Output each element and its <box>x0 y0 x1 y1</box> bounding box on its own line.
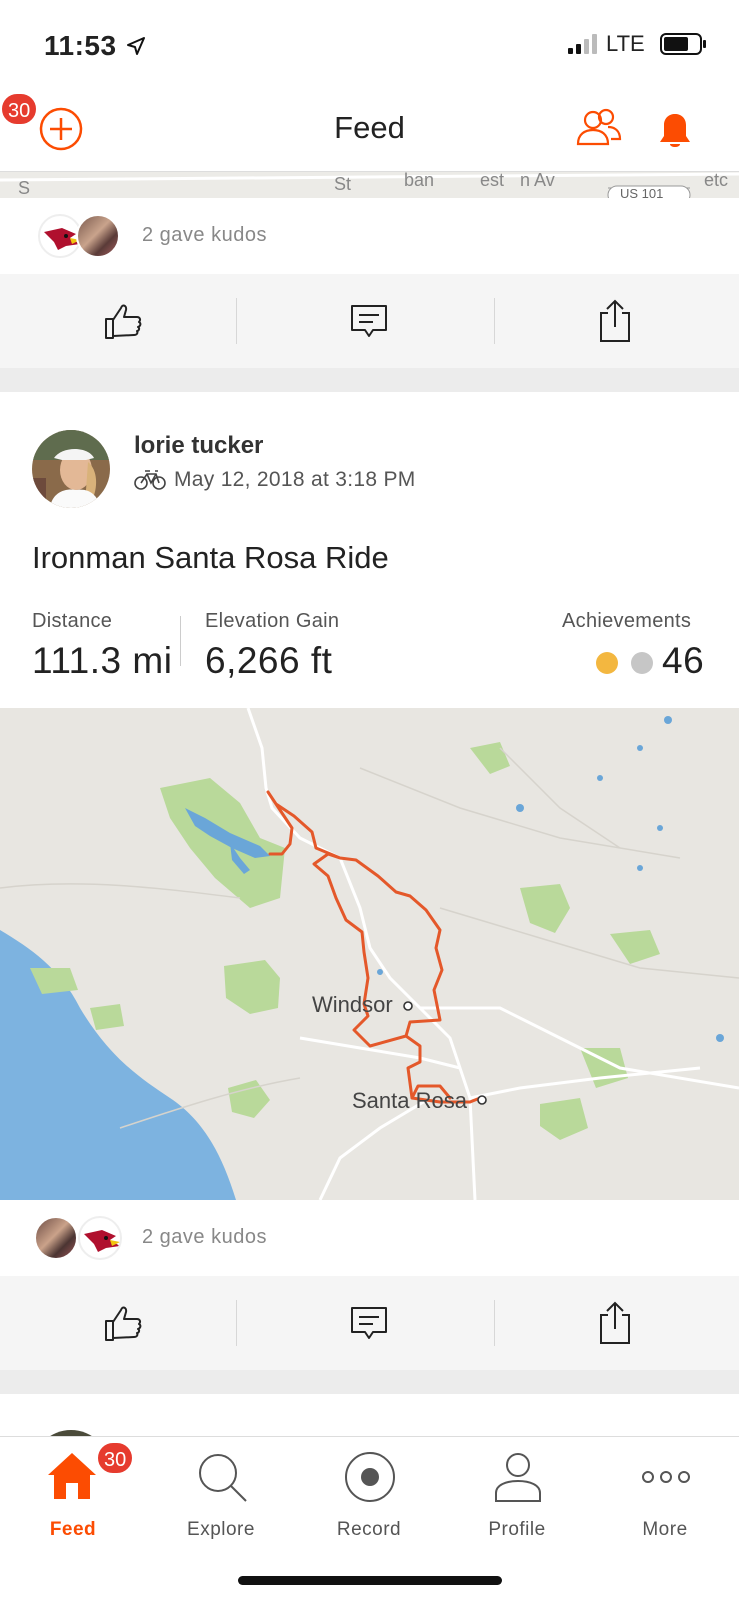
network-type: LTE <box>606 31 645 56</box>
map-label: St <box>334 174 352 194</box>
elevation-label: Elevation Gain <box>205 610 340 632</box>
kudos-text: 2 gave kudos <box>142 224 267 246</box>
bike-icon <box>134 470 166 490</box>
tab-profile[interactable]: Profile <box>444 1437 590 1561</box>
share-icon <box>600 1301 630 1344</box>
elevation-value: 6,266 ft <box>205 640 333 681</box>
bell-icon[interactable] <box>652 106 698 152</box>
kudos-text: 2 gave kudos <box>142 1226 267 1248</box>
tab-more[interactable]: More <box>592 1437 738 1561</box>
stat-divider <box>180 616 181 666</box>
thumbs-up-icon <box>105 1306 142 1341</box>
next-post-preview[interactable] <box>0 1394 739 1436</box>
home-icon <box>48 1453 96 1499</box>
kudos-button[interactable] <box>0 1276 246 1370</box>
home-indicator[interactable] <box>238 1576 502 1585</box>
comment-icon <box>351 1307 387 1339</box>
gold-medal-icon <box>596 652 618 674</box>
map-label: n Av <box>520 172 555 190</box>
comment-button[interactable] <box>246 274 492 368</box>
kudos-button[interactable] <box>0 274 246 368</box>
route-map-canvas <box>0 708 739 1200</box>
tab-label: Record <box>336 1519 402 1540</box>
map-label: US 101 <box>620 186 664 198</box>
athlete-avatar[interactable] <box>32 430 110 508</box>
route-map[interactable]: Windsor Santa Rosa <box>0 708 739 1200</box>
action-bar <box>0 274 739 368</box>
map-city-label: Windsor <box>312 992 393 1017</box>
record-icon <box>345 1452 395 1502</box>
page-title: Feed <box>334 110 405 145</box>
location-arrow-icon <box>127 37 145 55</box>
map-label: est <box>480 172 505 190</box>
tab-label: More <box>642 1519 688 1540</box>
battery-icon <box>660 33 706 55</box>
status-bar: 11:53 LTE <box>0 0 739 92</box>
map-label: S <box>18 178 31 198</box>
kudos-row[interactable]: 2 gave kudos <box>0 1200 739 1276</box>
distance-label: Distance <box>32 610 113 632</box>
notification-badge: 30 <box>0 92 39 126</box>
tab-explore[interactable]: Explore <box>148 1437 294 1561</box>
cardinal-logo-avatar[interactable] <box>78 1216 122 1260</box>
activity-date: May 12, 2018 at 3:18 PM <box>174 468 416 491</box>
share-button[interactable] <box>492 1276 738 1370</box>
athlete-name[interactable]: lorie tucker <box>134 432 263 460</box>
tab-record[interactable]: Record <box>296 1437 442 1561</box>
tab-label: Feed <box>49 1519 97 1540</box>
more-icon <box>642 1471 690 1483</box>
group-photo-avatar[interactable] <box>34 1216 78 1260</box>
group-photo-avatar[interactable] <box>76 214 120 258</box>
people-icon[interactable] <box>575 108 623 148</box>
tab-label: Explore <box>187 1519 255 1540</box>
achievements-value: 46 <box>662 640 705 681</box>
action-bar <box>0 1276 739 1370</box>
feed-divider <box>0 1370 739 1394</box>
status-time: 11:53 <box>44 30 117 61</box>
silver-medal-icon <box>631 652 653 674</box>
activity-title[interactable]: Ironman Santa Rosa Ride <box>32 540 389 576</box>
map-label: ban <box>404 172 435 190</box>
thumbs-up-icon <box>105 304 142 339</box>
previous-post-map[interactable]: S St ban est n Av US 101 etc <box>0 172 739 198</box>
feed-badge: 30 <box>96 1441 135 1475</box>
activity-card[interactable]: lorie tucker May 12, 2018 at 3:18 PM Iro… <box>0 398 739 708</box>
search-icon <box>199 1454 247 1502</box>
map-label: etc <box>704 172 729 190</box>
comment-button[interactable] <box>246 1276 492 1370</box>
signal-icon <box>568 34 597 54</box>
share-button[interactable] <box>492 274 738 368</box>
achievements-label: Achievements <box>562 610 692 632</box>
profile-icon <box>495 1453 541 1502</box>
map-city-label: Santa Rosa <box>352 1088 467 1113</box>
tab-label: Profile <box>488 1519 546 1540</box>
distance-value: 111.3 mi <box>32 640 173 681</box>
feed-divider <box>0 368 739 392</box>
kudos-row[interactable]: 2 gave kudos <box>0 198 739 274</box>
comment-icon <box>351 305 387 337</box>
feed-header: Feed <box>0 92 739 172</box>
share-icon <box>600 299 630 342</box>
